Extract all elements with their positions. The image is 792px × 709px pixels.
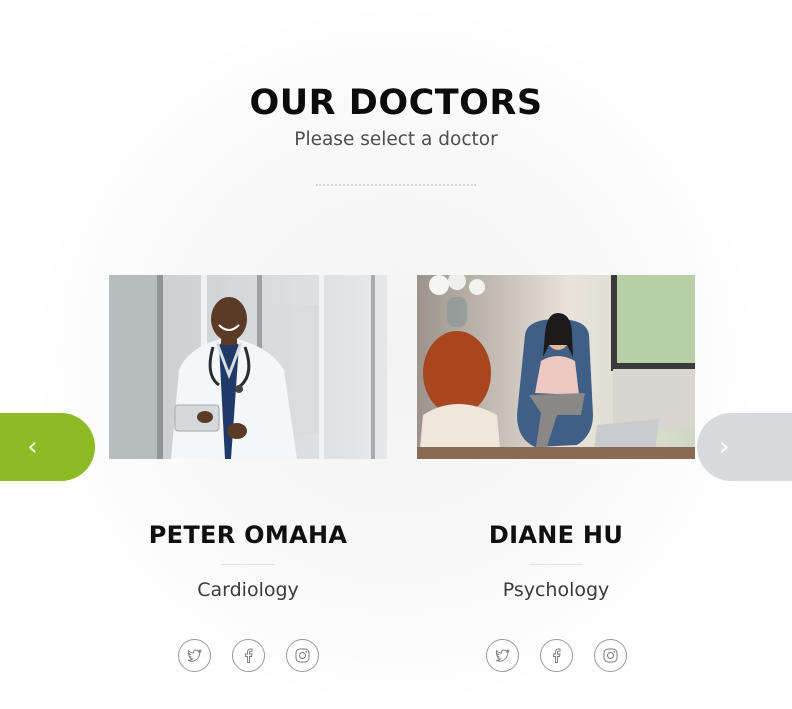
name-divider [529, 564, 583, 565]
social-links [417, 639, 695, 672]
twitter-icon [495, 649, 510, 662]
name-divider [221, 564, 275, 565]
instagram-icon [295, 648, 309, 663]
instagram-icon [603, 648, 617, 663]
section-subtitle: Please select a doctor [294, 129, 498, 150]
doctor-photo[interactable] [417, 275, 695, 459]
dotted-divider [316, 184, 476, 186]
chevron-right-icon: › [719, 432, 730, 462]
twitter-link[interactable] [485, 639, 519, 672]
carousel-next-button[interactable]: › [697, 413, 792, 481]
carousel-prev-button[interactable]: ‹ [0, 413, 95, 481]
twitter-link[interactable] [177, 639, 211, 672]
social-links [109, 639, 387, 672]
doctor-specialty: Cardiology [197, 579, 299, 601]
instagram-link[interactable] [593, 639, 627, 672]
doctor-name[interactable]: DIANE HU [417, 520, 695, 550]
twitter-icon [187, 649, 202, 662]
facebook-icon [244, 648, 253, 663]
facebook-link[interactable] [231, 639, 265, 672]
facebook-link[interactable] [539, 639, 573, 672]
section-title: OUR DOCTORS [249, 83, 543, 123]
doctor-card[interactable]: PETER OMAHA Cardiology [109, 275, 387, 672]
doctor-specialty: Psychology [502, 579, 610, 601]
instagram-link[interactable] [285, 639, 319, 672]
chevron-left-icon: ‹ [27, 432, 38, 462]
doctor-photo[interactable] [109, 275, 387, 459]
doctor-card[interactable]: DIANE HU Psychology [417, 275, 695, 672]
facebook-icon [552, 648, 561, 663]
doctor-name[interactable]: PETER OMAHA [109, 520, 387, 550]
